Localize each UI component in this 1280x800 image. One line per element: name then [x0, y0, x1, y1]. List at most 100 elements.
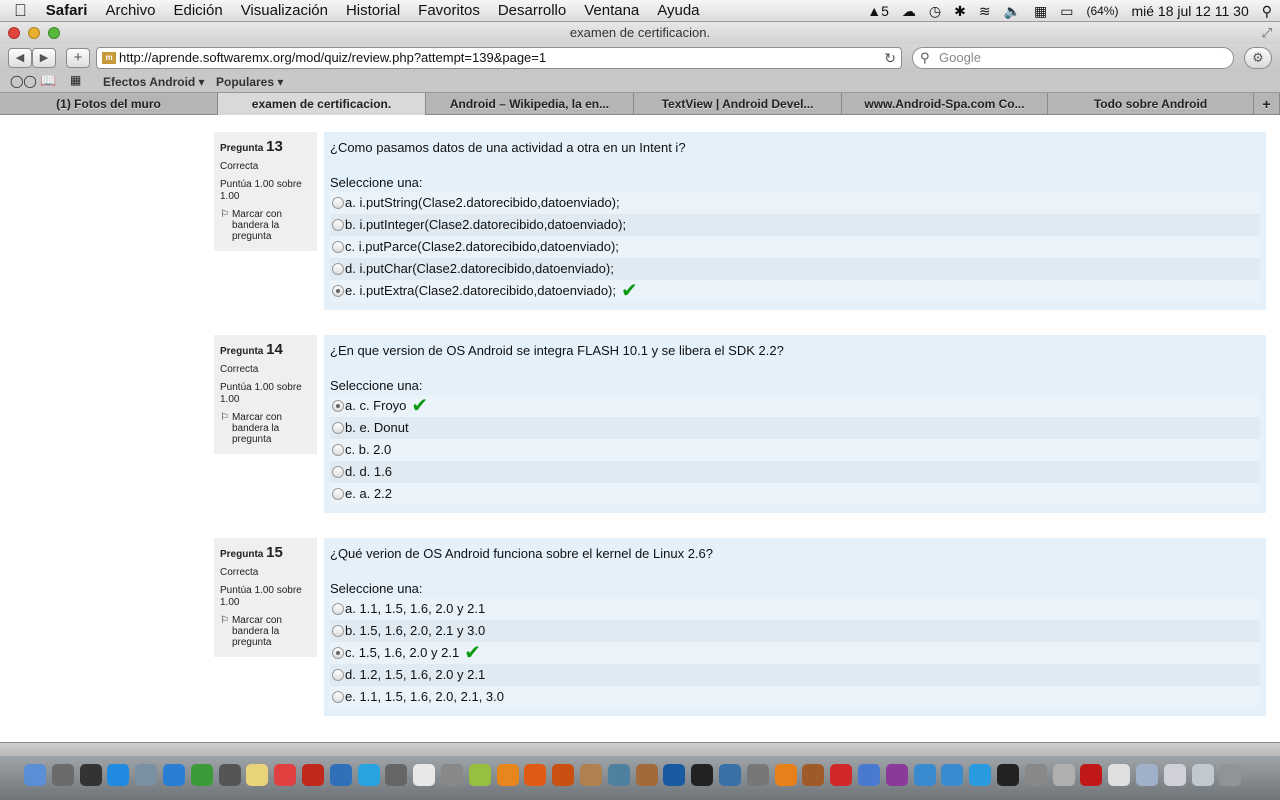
answer-radio[interactable]: [332, 444, 344, 456]
zoom-window-button[interactable]: [48, 27, 60, 39]
app-store-icon[interactable]: [107, 764, 130, 786]
apple-icon[interactable]: : [14, 1, 37, 21]
settings-gear-icon[interactable]: ⚙: [1244, 47, 1272, 69]
facetime-icon[interactable]: [190, 764, 213, 786]
bookmarks-book-icon[interactable]: 📖: [40, 73, 56, 89]
flag-question-link[interactable]: ⚐ Marcar con bandera la pregunta: [220, 412, 311, 445]
add-bookmark-button[interactable]: +: [66, 48, 90, 68]
answer-option[interactable]: e. a. 2.2: [330, 483, 1260, 505]
address-bar[interactable]: m http://aprende.softwaremx.org/mod/quiz…: [96, 47, 902, 69]
launchpad-icon[interactable]: [51, 764, 74, 786]
top-sites-icon[interactable]: ▦: [70, 73, 81, 87]
time-machine-icon[interactable]: ◷: [929, 3, 941, 20]
firefox-icon[interactable]: [524, 764, 547, 786]
contacts-icon[interactable]: [580, 764, 602, 786]
flag-question-link[interactable]: ⚐ Marcar con bandera la pregunta: [220, 209, 311, 242]
gimp-icon[interactable]: [635, 764, 658, 786]
virtualbox2-icon[interactable]: [719, 764, 741, 786]
bluetooth-icon[interactable]: ✱: [954, 3, 966, 20]
finder-icon[interactable]: [24, 764, 46, 786]
tab-examen-certificacion[interactable]: examen de certificacion.: [218, 93, 426, 115]
cloud-icon[interactable]: ☁: [902, 3, 916, 20]
virtualbox-icon[interactable]: [329, 764, 352, 786]
vlc-icon[interactable]: [774, 764, 797, 786]
answer-radio[interactable]: [332, 625, 344, 637]
wifi-icon[interactable]: ≋: [979, 3, 991, 20]
answer-option[interactable]: c. i.putParce(Clase2.datorecibido,datoen…: [330, 236, 1260, 258]
answer-option[interactable]: e. i.putExtra(Clase2.datorecibido,datoen…: [330, 280, 1260, 302]
photoshop-icon[interactable]: [663, 764, 686, 786]
menu-favoritos[interactable]: Favoritos: [409, 1, 489, 21]
answer-option[interactable]: d. d. 1.6: [330, 461, 1260, 483]
tab-textview-android[interactable]: TextView | Android Devel...: [634, 93, 842, 115]
answer-option[interactable]: a. 1.1, 1.5, 1.6, 2.0 y 2.1: [330, 598, 1260, 620]
crossover-icon[interactable]: [218, 764, 241, 786]
pencil-icon[interactable]: [1052, 764, 1075, 786]
xcode-icon[interactable]: [913, 764, 936, 786]
skype-icon[interactable]: [357, 764, 380, 786]
dashboard-icon[interactable]: [79, 764, 102, 786]
menu-archivo[interactable]: Archivo: [96, 1, 164, 21]
answer-radio[interactable]: [332, 285, 344, 297]
minimize-window-button[interactable]: [28, 27, 40, 39]
itunes-icon[interactable]: [941, 764, 964, 786]
adobe-icon[interactable]: ▲5: [867, 3, 889, 19]
illustrator-icon[interactable]: [552, 764, 575, 786]
answer-option[interactable]: e. 1.1, 1.5, 1.6, 2.0, 2.1, 3.0: [330, 686, 1260, 708]
textedit-icon[interactable]: [413, 764, 436, 786]
photo-icon[interactable]: [441, 764, 463, 786]
answer-radio[interactable]: [332, 263, 344, 275]
tab-android-wikipedia[interactable]: Android – Wikipedia, la en...: [426, 93, 634, 115]
flag-question-link[interactable]: ⚐ Marcar con bandera la pregunta: [220, 615, 311, 648]
answer-option[interactable]: a. c. Froyo ✔: [330, 395, 1260, 417]
bookmark-efectos-android[interactable]: Efectos Android ▾: [103, 74, 205, 90]
tab-fotos-del-muro[interactable]: (1) Fotos del muro: [0, 93, 218, 115]
menu-ventana[interactable]: Ventana: [575, 1, 648, 21]
clock[interactable]: mié 18 jul 12 11 30: [1131, 3, 1248, 19]
answer-radio[interactable]: [332, 691, 344, 703]
notes-icon[interactable]: [246, 764, 269, 786]
volume-icon[interactable]: 🔈: [1004, 3, 1021, 20]
system-icon[interactable]: [1024, 764, 1047, 786]
spotlight-icon[interactable]: ⚲: [1262, 3, 1272, 20]
close-window-button[interactable]: [8, 27, 20, 39]
tab-android-spa[interactable]: www.Android-Spa.com Co...: [842, 93, 1048, 115]
fullscreen-icon[interactable]: ⤢: [1262, 22, 1272, 44]
angry-birds-icon[interactable]: [830, 764, 853, 786]
forward-button[interactable]: ▶: [32, 48, 56, 68]
menu-ayuda[interactable]: Ayuda: [648, 1, 708, 21]
answer-radio[interactable]: [332, 603, 344, 615]
answer-option[interactable]: d. 1.2, 1.5, 1.6, 2.0 y 2.1: [330, 664, 1260, 686]
answer-option[interactable]: d. i.putChar(Clase2.datorecibido,datoenv…: [330, 258, 1260, 280]
new-tab-button[interactable]: +: [1254, 93, 1280, 115]
terminal-icon[interactable]: [997, 764, 1019, 786]
world-icon[interactable]: [858, 764, 880, 786]
answer-radio[interactable]: [332, 647, 344, 659]
gears-icon[interactable]: [746, 764, 769, 786]
game-icon[interactable]: [802, 764, 825, 786]
filezilla-icon[interactable]: [302, 764, 324, 786]
menu-safari[interactable]: Safari: [37, 1, 97, 21]
trash-icon[interactable]: [1219, 764, 1242, 786]
mail-icon[interactable]: [1163, 764, 1186, 786]
calendar-icon[interactable]: ▦: [1034, 3, 1047, 20]
answer-radio[interactable]: [332, 669, 344, 681]
answer-option[interactable]: b. 1.5, 1.6, 2.0, 2.1 y 3.0: [330, 620, 1260, 642]
answer-option[interactable]: a. i.putString(Clase2.datorecibido,datoe…: [330, 192, 1260, 214]
unity-icon[interactable]: [691, 764, 714, 786]
twitter-icon[interactable]: [969, 764, 992, 786]
preview-icon[interactable]: [135, 764, 158, 786]
answer-radio[interactable]: [332, 219, 344, 231]
answer-radio[interactable]: [332, 488, 344, 500]
answer-option[interactable]: c. b. 2.0: [330, 439, 1260, 461]
camera-icon[interactable]: [607, 764, 630, 786]
tab-todo-sobre-android[interactable]: Todo sobre Android: [1048, 93, 1254, 115]
answer-option[interactable]: c. 1.5, 1.6, 2.0 y 2.1 ✔: [330, 642, 1260, 664]
reading-list-icon[interactable]: ◯◯: [10, 74, 37, 88]
menu-historial[interactable]: Historial: [337, 1, 409, 21]
back-button[interactable]: ◀: [8, 48, 32, 68]
window-icon[interactable]: [1191, 764, 1214, 786]
battery-icon[interactable]: ▭: [1060, 3, 1073, 20]
flash-icon[interactable]: [1080, 764, 1103, 786]
answer-radio[interactable]: [332, 241, 344, 253]
